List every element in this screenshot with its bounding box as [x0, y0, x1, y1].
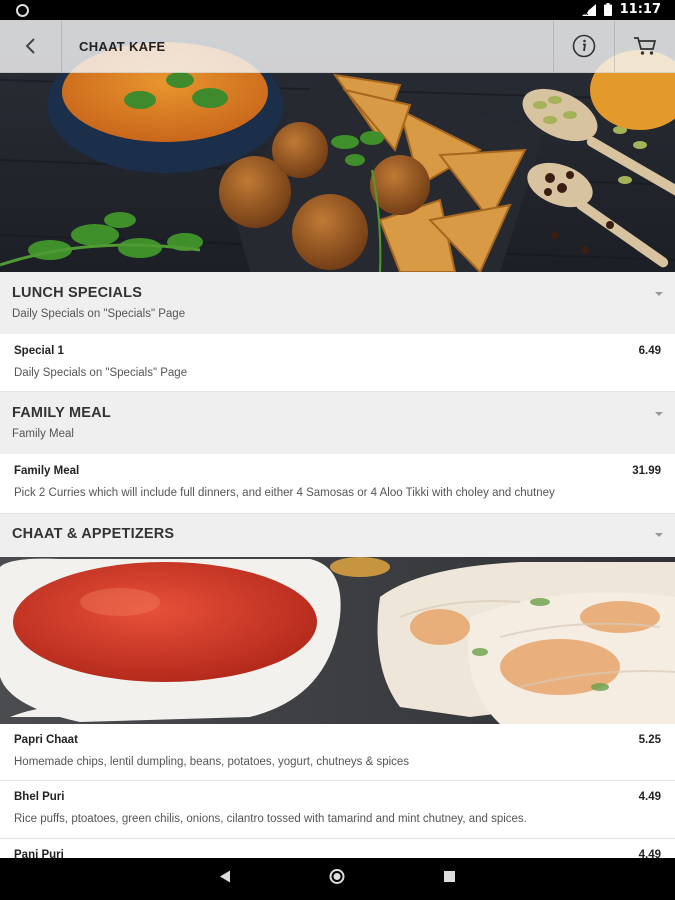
item-description: Daily Specials on "Specials" Page [14, 367, 188, 379]
svg-text:x: x [584, 9, 589, 16]
menu-item-special-1[interactable]: Special 1 6.49 Daily Specials on "Specia… [0, 334, 675, 392]
menu-item-pani-puri[interactable]: Pani Puri 4.49 [0, 839, 675, 858]
section-subtitle: Family Meal [12, 428, 74, 440]
item-name: Papri Chaat [14, 734, 78, 746]
nav-recents-button[interactable] [443, 870, 456, 888]
square-recents-icon [444, 871, 455, 882]
restaurant-title: CHAAT KAFE [79, 38, 166, 54]
item-price: 4.49 [638, 849, 661, 858]
back-button[interactable] [0, 20, 62, 72]
info-icon [572, 34, 596, 58]
item-price: 31.99 [632, 465, 661, 477]
item-name: Pani Puri [14, 849, 64, 858]
clock: 11:17 [619, 2, 661, 17]
section-subtitle: Daily Specials on "Specials" Page [12, 308, 186, 320]
battery-icon [603, 3, 612, 16]
cart-button[interactable] [614, 20, 675, 72]
system-navigation-bar [0, 858, 675, 900]
signal-icon: x [581, 3, 596, 16]
section-chaat-appetizers[interactable]: CHAAT & APPETIZERS [0, 514, 675, 557]
section-title: LUNCH SPECIALS [12, 285, 143, 301]
info-button[interactable] [553, 20, 614, 72]
hero-image-chaat [0, 557, 675, 724]
item-description: Rice puffs, ptoatoes, green chilis, onio… [14, 813, 527, 825]
back-arrow-icon [25, 38, 35, 54]
menu-item-family-meal[interactable]: Family Meal 31.99 Pick 2 Curries which w… [0, 454, 675, 514]
item-description: Pick 2 Curries which will include full d… [14, 487, 555, 499]
circle-home-icon [329, 869, 345, 884]
app-content: CHAAT KAFE LUNCH SPECIALS Daily Specials… [0, 20, 675, 858]
status-bar: x 11:17 [0, 0, 675, 20]
app-bar: CHAAT KAFE [0, 20, 675, 73]
section-title: FAMILY MEAL [12, 405, 111, 421]
item-price: 6.49 [638, 345, 661, 357]
triangle-back-icon [220, 870, 230, 883]
item-name: Special 1 [14, 345, 64, 357]
chevron-down-icon [655, 412, 663, 416]
nav-back-button[interactable] [218, 870, 232, 889]
chevron-down-icon [655, 292, 663, 296]
cart-icon [634, 37, 657, 55]
menu-item-papri-chaat[interactable]: Papri Chaat 5.25 Homemade chips, lentil … [0, 724, 675, 781]
nav-home-button[interactable] [329, 869, 345, 890]
item-name: Bhel Puri [14, 791, 65, 803]
item-description: Homemade chips, lentil dumpling, beans, … [14, 756, 410, 768]
section-family-meal[interactable]: FAMILY MEAL Family Meal [0, 392, 675, 454]
section-lunch-specials[interactable]: LUNCH SPECIALS Daily Specials on "Specia… [0, 272, 675, 334]
chevron-down-icon [655, 533, 663, 537]
notification-icon [16, 4, 29, 17]
section-title: CHAAT & APPETIZERS [12, 526, 175, 542]
menu-item-bhel-puri[interactable]: Bhel Puri 4.49 Rice puffs, ptoatoes, gre… [0, 781, 675, 839]
item-price: 5.25 [638, 734, 661, 746]
item-name: Family Meal [14, 465, 80, 477]
item-price: 4.49 [638, 791, 661, 803]
hero-image-appetizers: CHAAT KAFE [0, 20, 675, 272]
